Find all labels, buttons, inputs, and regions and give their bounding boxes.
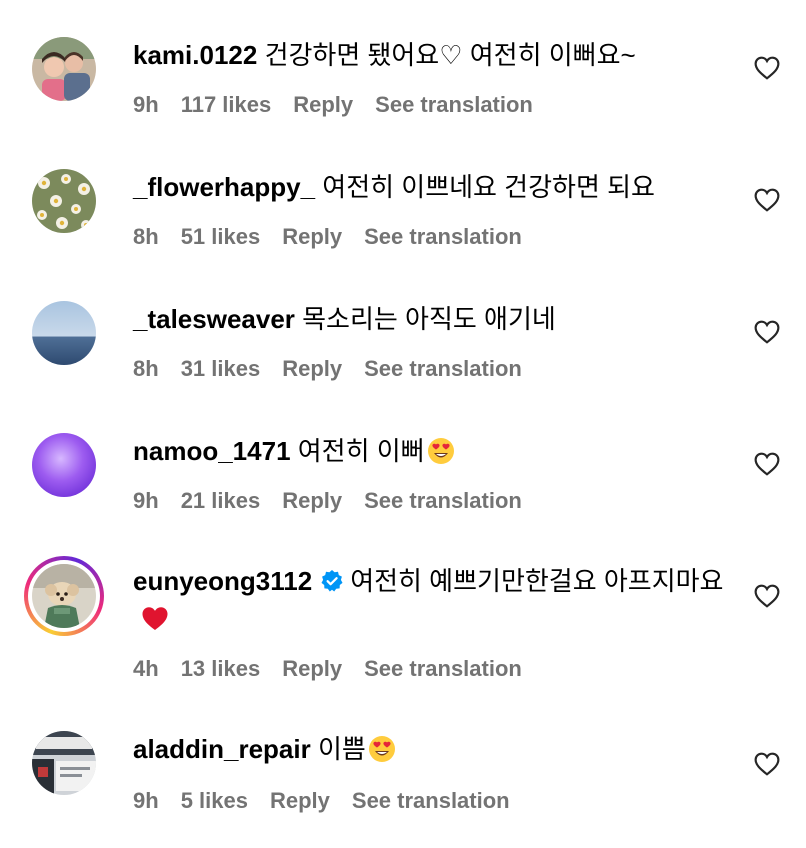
likes-count[interactable]: 31 likes <box>181 356 261 381</box>
avatar-image <box>32 301 96 365</box>
comment-meta: 8h 51 likes Reply See translation <box>133 224 544 250</box>
comment-meta: 9h 21 likes Reply See translation <box>133 488 544 514</box>
see-translation-button[interactable]: See translation <box>364 224 522 249</box>
avatar[interactable] <box>32 169 96 233</box>
timestamp: 4h <box>133 656 159 681</box>
heart-outline-icon[interactable] <box>754 752 780 776</box>
heart-eyes-emoji <box>368 736 395 762</box>
username[interactable]: eunyeong3112 <box>133 566 312 596</box>
likes-count[interactable]: 51 likes <box>181 224 261 249</box>
heart-outline-icon[interactable] <box>754 320 780 344</box>
username[interactable]: _talesweaver <box>133 304 295 334</box>
comment-line: _flowerhappy_ 여전히 이쁘네요 건강하면 되요 <box>133 168 736 206</box>
comment-text: 여전히 예쁘기만한걸요 아프지마요 <box>350 566 724 596</box>
avatar-image <box>32 731 96 795</box>
comment-line: aladdin_repair 이쁨 <box>133 730 736 768</box>
comment-text: 건강하면 됐어요♡ 여전히 이뻐요~ <box>264 40 636 70</box>
reply-button[interactable]: Reply <box>282 356 342 381</box>
comment-meta: 4h 13 likes Reply See translation <box>133 656 544 682</box>
reply-button[interactable]: Reply <box>293 92 353 117</box>
reply-button[interactable]: Reply <box>270 788 330 813</box>
avatar[interactable] <box>32 37 96 101</box>
timestamp: 9h <box>133 488 159 513</box>
see-translation-button[interactable]: See translation <box>364 656 522 681</box>
timestamp: 8h <box>133 356 159 381</box>
comment-meta: 9h 117 likes Reply See translation <box>133 92 555 118</box>
comment-text: 여전히 이뻐 <box>297 436 425 466</box>
avatar-image <box>32 433 96 497</box>
reply-button[interactable]: Reply <box>282 656 342 681</box>
comment-text: 목소리는 아직도 애기네 <box>302 304 556 334</box>
avatar-image <box>32 169 96 233</box>
username[interactable]: namoo_1471 <box>133 436 291 466</box>
heart-outline-icon[interactable] <box>754 188 780 212</box>
username[interactable]: _flowerhappy_ <box>133 172 315 202</box>
comment-line: kami.0122 건강하면 됐어요♡ 여전히 이뻐요~ <box>133 36 736 74</box>
see-translation-button[interactable]: See translation <box>375 92 533 117</box>
see-translation-button[interactable]: See translation <box>364 488 522 513</box>
verified-badge-icon <box>321 570 343 592</box>
likes-count[interactable]: 13 likes <box>181 656 261 681</box>
heart-outline-icon[interactable] <box>754 584 780 608</box>
reply-button[interactable]: Reply <box>282 488 342 513</box>
comment-line: _talesweaver 목소리는 아직도 애기네 <box>133 300 736 338</box>
red-heart-emoji <box>142 607 168 630</box>
comment-line: eunyeong3112 여전히 예쁘기만한걸요 아프지마요 <box>133 562 736 638</box>
likes-count[interactable]: 5 likes <box>181 788 248 813</box>
see-translation-button[interactable]: See translation <box>364 356 522 381</box>
avatar-image <box>32 37 96 101</box>
comment-text: 이쁨 <box>317 734 366 764</box>
timestamp: 9h <box>133 788 159 813</box>
heart-outline-icon[interactable] <box>754 452 780 476</box>
comment-line: namoo_1471 여전히 이뻐 <box>133 432 736 470</box>
avatar[interactable] <box>32 301 96 365</box>
likes-count[interactable]: 117 likes <box>181 92 272 117</box>
reply-button[interactable]: Reply <box>282 224 342 249</box>
comment-text: 여전히 이쁘네요 건강하면 되요 <box>322 172 655 202</box>
avatar[interactable] <box>32 564 96 628</box>
story-ring[interactable] <box>24 556 104 636</box>
username[interactable]: kami.0122 <box>133 40 257 70</box>
comment-meta: 9h 5 likes Reply See translation <box>133 788 532 814</box>
avatar[interactable] <box>32 433 96 497</box>
heart-eyes-emoji <box>427 438 454 464</box>
see-translation-button[interactable]: See translation <box>352 788 510 813</box>
avatar[interactable] <box>32 731 96 795</box>
timestamp: 8h <box>133 224 159 249</box>
timestamp: 9h <box>133 92 159 117</box>
username[interactable]: aladdin_repair <box>133 734 311 764</box>
comment-meta: 8h 31 likes Reply See translation <box>133 356 544 382</box>
heart-outline-icon[interactable] <box>754 56 780 80</box>
avatar-image <box>32 564 96 628</box>
likes-count[interactable]: 21 likes <box>181 488 261 513</box>
